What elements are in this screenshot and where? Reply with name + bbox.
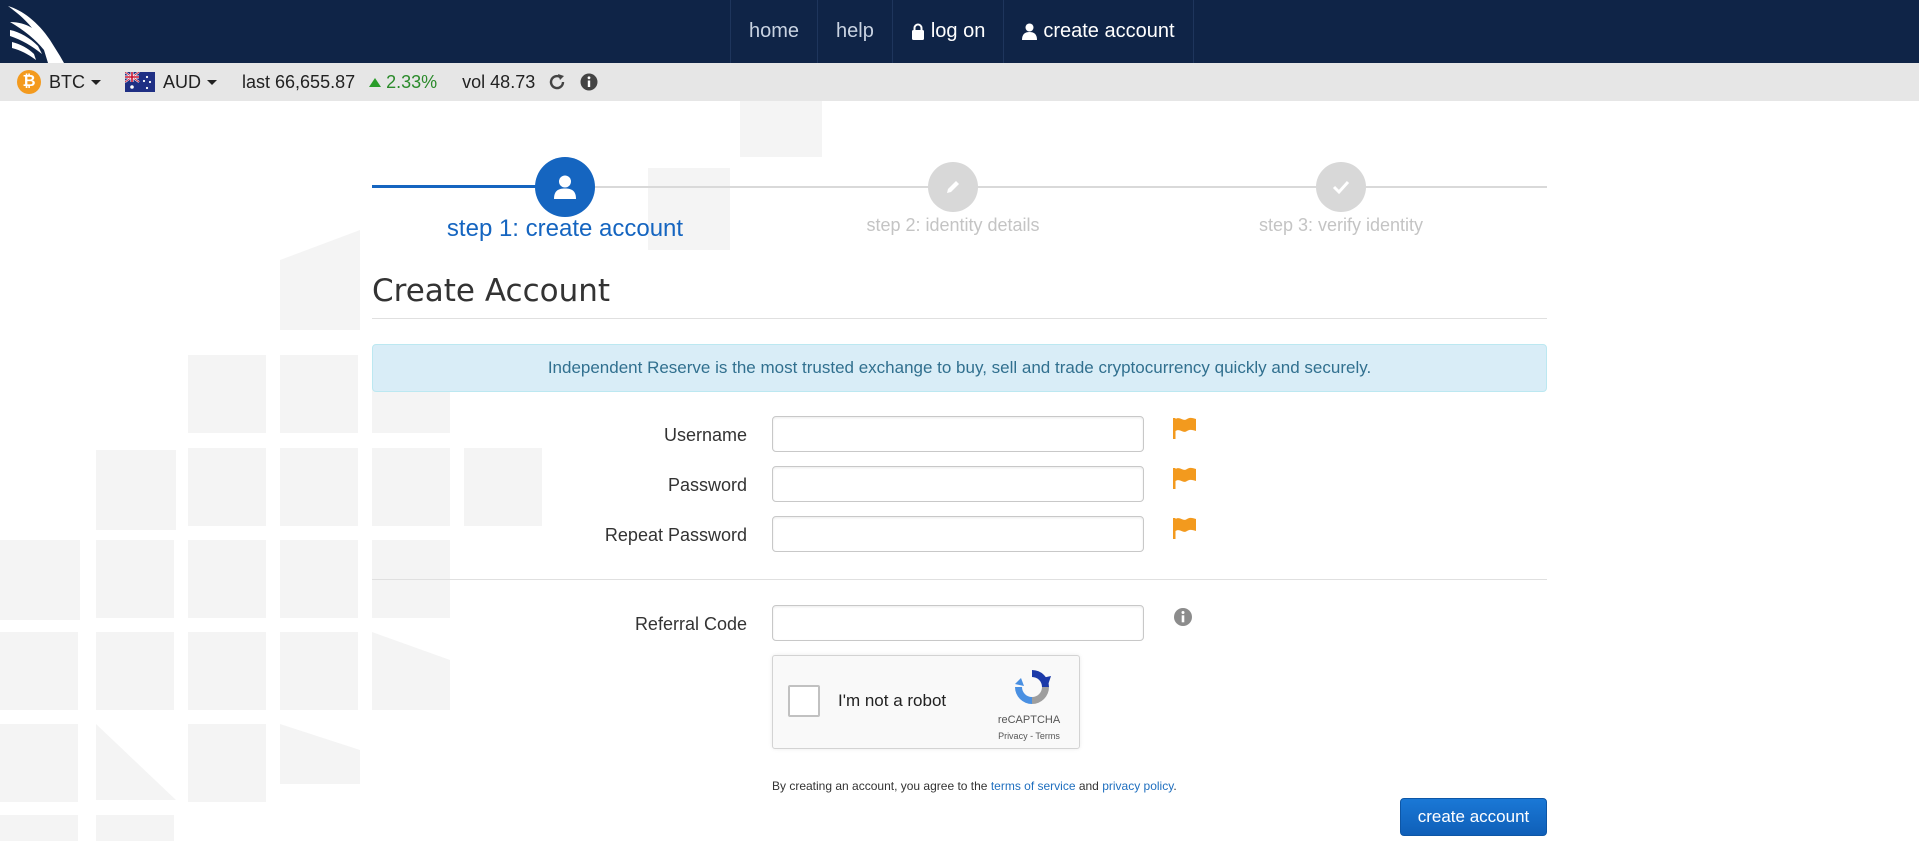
- agreement-suffix: .: [1173, 779, 1177, 793]
- price-change-value: 2.33%: [386, 71, 438, 92]
- coin-symbol: ₿: [22, 73, 36, 90]
- password-label: Password: [667, 475, 747, 495]
- repeat-password-label: Repeat Password: [604, 525, 747, 545]
- nav-home[interactable]: home: [731, 0, 819, 63]
- coin-selector[interactable]: ₿ BTC: [17, 70, 101, 94]
- agreement-prefix: By creating an account, you agree to the: [772, 779, 991, 793]
- step-2-indicator: [928, 162, 978, 212]
- chevron-down-icon: [91, 79, 101, 85]
- volume: vol 48.73: [462, 71, 536, 92]
- lock-icon: [911, 23, 924, 40]
- main-content: step 1: create account step 2: identity …: [372, 101, 1547, 841]
- repeat-password-input[interactable]: [772, 516, 1144, 552]
- australia-flag-icon: [125, 72, 155, 92]
- agreement-and: and: [1075, 779, 1103, 793]
- privacy-policy-link[interactable]: privacy policy: [1102, 779, 1173, 793]
- pencil-icon: [947, 181, 959, 193]
- step-3-label: step 3: verify identity: [1258, 215, 1424, 235]
- price-change: 2.33%: [369, 72, 437, 93]
- up-arrow-icon: [369, 77, 382, 87]
- flag-icon: [1173, 517, 1196, 539]
- nav-log-on-label: log on: [930, 20, 986, 42]
- recaptcha-label: I'm not a robot: [838, 691, 947, 710]
- user-icon: [1022, 23, 1038, 40]
- referral-code-label: Referral Code: [634, 614, 747, 634]
- info-icon[interactable]: [580, 73, 598, 91]
- recaptcha-terms-link[interactable]: Terms: [1035, 731, 1060, 741]
- coin-label: BTC: [49, 71, 85, 92]
- terms-agreement: By creating an account, you agree to the…: [772, 779, 1177, 793]
- referral-code-input[interactable]: [772, 605, 1144, 641]
- username-row: Username: [372, 416, 1547, 456]
- flag-icon: [1173, 467, 1196, 489]
- step-2-label: step 2: identity details: [866, 215, 1040, 235]
- terms-of-service-link[interactable]: terms of service: [991, 779, 1076, 793]
- info-banner: Independent Reserve is the most trusted …: [372, 344, 1547, 392]
- recaptcha-checkbox[interactable]: [788, 685, 820, 717]
- username-label: Username: [663, 425, 747, 445]
- divider: [372, 318, 1547, 319]
- recaptcha-widget: I'm not a robot reCAPTCHA Privacy - Term…: [772, 655, 1080, 749]
- recaptcha-links: Privacy - Terms: [989, 731, 1069, 741]
- password-row: Password: [372, 466, 1547, 506]
- nav-create-account-label: create account: [1043, 20, 1175, 42]
- top-navbar: home help log on create account: [0, 0, 1919, 63]
- user-icon: [554, 175, 576, 199]
- logo-wing-icon[interactable]: [4, 0, 66, 63]
- bitcoin-icon: ₿: [17, 70, 41, 94]
- currency-label: AUD: [163, 71, 202, 92]
- password-input[interactable]: [772, 466, 1144, 502]
- currency-selector[interactable]: AUD: [125, 71, 218, 93]
- nav-home-label: home: [749, 20, 800, 42]
- info-icon[interactable]: [1173, 607, 1193, 627]
- step-1-label: step 1: create account: [446, 215, 684, 242]
- divider: [372, 579, 1547, 580]
- nav-create-account[interactable]: create account: [1004, 0, 1194, 63]
- main-nav: home help log on create account: [730, 0, 1194, 63]
- username-input[interactable]: [772, 416, 1144, 452]
- create-account-button[interactable]: create account: [1400, 798, 1547, 836]
- step-3-indicator: [1316, 162, 1366, 212]
- recaptcha-brand: reCAPTCHA: [997, 714, 1061, 726]
- referral-code-row: Referral Code: [372, 605, 1547, 645]
- nav-help[interactable]: help: [818, 0, 893, 63]
- step-1-indicator: [535, 157, 595, 217]
- refresh-icon[interactable]: [548, 73, 566, 91]
- flag-icon: [1173, 417, 1196, 439]
- last-price: last 66,655.87: [242, 71, 356, 92]
- ticker-bar: ₿ BTC AUD last 66,655.87 2.33% vol 48.73: [0, 63, 1919, 101]
- recaptcha-privacy-link[interactable]: Privacy: [998, 731, 1028, 741]
- create-account-button-label: create account: [1417, 807, 1530, 826]
- nav-log-on[interactable]: log on: [893, 0, 1005, 63]
- recaptcha-logo-icon: [1015, 670, 1051, 704]
- chevron-down-icon: [207, 79, 218, 85]
- page-title: Create Account: [372, 273, 611, 309]
- repeat-password-row: Repeat Password: [372, 516, 1547, 556]
- info-banner-text: Independent Reserve is the most trusted …: [547, 358, 1372, 377]
- nav-help-label: help: [836, 20, 874, 42]
- checkmark-icon: [1332, 180, 1350, 195]
